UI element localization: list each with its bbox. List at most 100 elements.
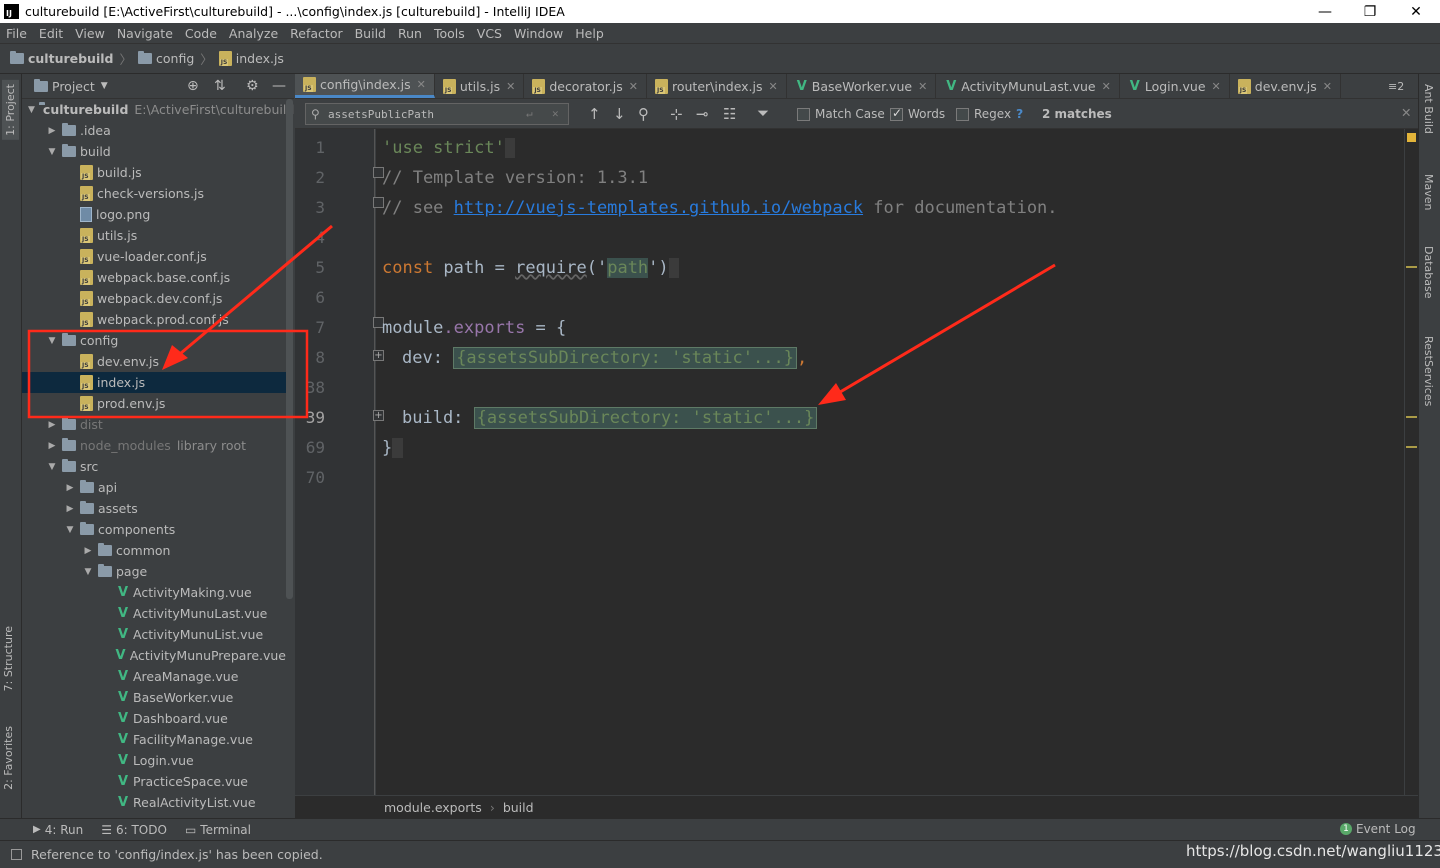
tree-item[interactable]: V RealActivityList.vue [22, 792, 286, 813]
next-occurrence-icon[interactable]: ↓ [613, 105, 626, 123]
tree-item[interactable]: V BaseWorker.vue [22, 687, 286, 708]
folded-region[interactable]: {assetsSubDirectory: 'static'...} [453, 347, 797, 369]
expanded-arrow-icon[interactable]: ▼ [46, 147, 58, 157]
breadcrumb-item[interactable]: build [503, 800, 534, 815]
tree-item[interactable]: V Login.vue [22, 750, 286, 771]
tool-run[interactable]: 4: Run [45, 823, 84, 837]
collapsed-arrow-icon[interactable]: ▶ [46, 441, 58, 451]
tree-item[interactable]: ▼ src [22, 456, 286, 477]
tree-item[interactable]: V Dashboard.vue [22, 708, 286, 729]
close-tab-icon[interactable]: ✕ [629, 80, 638, 93]
tree-item[interactable]: V FacilityManage.vue [22, 729, 286, 750]
close-find-icon[interactable]: ✕ [1401, 105, 1411, 120]
nav-file[interactable]: index.js [218, 51, 284, 66]
tree-item[interactable]: build.js [22, 162, 286, 183]
project-view-select[interactable]: Project [52, 79, 95, 94]
menu-vcs[interactable]: VCS [471, 26, 508, 41]
tree-item[interactable]: ▶ common [22, 540, 286, 561]
maximize-icon[interactable]: ❐ [1347, 0, 1393, 23]
tree-item[interactable]: ▶ dist [22, 414, 286, 435]
tree-item[interactable]: check-versions.js [22, 183, 286, 204]
scroll-from-source-icon[interactable]: ⊕ [187, 78, 199, 94]
tree-item[interactable]: V ActivityMaking.vue [22, 582, 286, 603]
tree-item[interactable]: utils.js [22, 225, 286, 246]
close-tab-icon[interactable]: ✕ [417, 78, 426, 91]
search-input[interactable]: ⚲ assetsPublicPath ↵ ✕ [305, 103, 569, 125]
collapse-all-icon[interactable]: ⇅ [214, 78, 226, 94]
tree-item[interactable]: webpack.dev.conf.js [22, 288, 286, 309]
editor-tab[interactable]: decorator.js ✕ [524, 74, 647, 98]
comment-link[interactable]: http://vuejs-templates.github.io/webpack [454, 198, 863, 218]
close-tab-icon[interactable]: ✕ [1323, 80, 1332, 93]
close-tab-icon[interactable]: ✕ [1212, 80, 1221, 93]
status-toggle-icon[interactable] [11, 849, 22, 860]
menu-run[interactable]: Run [392, 26, 428, 41]
tree-item[interactable]: webpack.prod.conf.js [22, 309, 286, 330]
close-tab-icon[interactable]: ✕ [769, 80, 778, 93]
close-tab-icon[interactable]: ✕ [918, 80, 927, 93]
tree-item[interactable]: logo.png [22, 204, 286, 225]
match-marker[interactable] [1406, 446, 1417, 448]
tab-ant-build[interactable]: Ant Build [1422, 84, 1435, 134]
tree-item[interactable]: ▶ .idea [22, 120, 286, 141]
newline-icon[interactable]: ↵ [526, 107, 533, 120]
menu-window[interactable]: Window [508, 26, 569, 41]
menu-code[interactable]: Code [179, 26, 223, 41]
menu-analyze[interactable]: Analyze [223, 26, 284, 41]
tab-restservices[interactable]: RestServices [1422, 336, 1435, 406]
tree-item[interactable]: vue-loader.conf.js [22, 246, 286, 267]
hide-panel-icon[interactable]: — [272, 78, 286, 94]
editor-tab[interactable]: router\index.js ✕ [647, 74, 787, 98]
tree-item[interactable]: ▶ api [22, 477, 286, 498]
tree-item[interactable]: V ActivityMunuList.vue [22, 624, 286, 645]
breadcrumb-item[interactable]: module.exports [384, 800, 482, 815]
close-tab-icon[interactable]: ✕ [1102, 80, 1111, 93]
collapsed-arrow-icon[interactable]: ▶ [64, 483, 76, 493]
menu-refactor[interactable]: Refactor [284, 26, 348, 41]
tree-item[interactable]: ▼ build [22, 141, 286, 162]
chevron-down-icon[interactable]: ▼ [101, 81, 108, 91]
close-icon[interactable]: ✕ [1393, 0, 1439, 23]
previous-occurrence-icon[interactable]: ↑ [588, 105, 601, 123]
match-case-checkbox[interactable]: Match Case [797, 107, 885, 121]
project-tree-scrollbar[interactable] [286, 99, 293, 599]
code-editor[interactable]: + + 'use strict' // Template version: 1.… [373, 129, 1404, 795]
menu-view[interactable]: View [69, 26, 111, 41]
expand-fold-icon[interactable]: + [373, 350, 384, 361]
filter-icon[interactable]: ⏷ [757, 104, 769, 122]
collapsed-arrow-icon[interactable]: ▶ [46, 126, 58, 136]
tree-item[interactable]: V ActivityMunuPrepare.vue [22, 645, 286, 666]
gear-icon[interactable]: ⚙ [246, 78, 259, 94]
match-marker[interactable] [1406, 416, 1417, 418]
select-all-occurrences-icon[interactable]: ☷ [723, 105, 736, 123]
tree-item[interactable]: V AreaManage.vue [22, 666, 286, 687]
warning-indicator-icon[interactable] [1407, 133, 1416, 142]
editor-tab[interactable]: config\index.js ✕ [295, 74, 435, 98]
tabs-overflow-button[interactable]: ≡2 [1388, 80, 1404, 93]
expand-fold-icon[interactable]: + [373, 410, 384, 421]
tree-item[interactable]: ▶ node_modules library root [22, 435, 286, 456]
editor-tab[interactable]: V BaseWorker.vue ✕ [787, 74, 937, 98]
tool-terminal[interactable]: Terminal [200, 823, 251, 837]
tree-item[interactable]: ▼ config [22, 330, 286, 351]
regex-checkbox[interactable]: Regex [956, 107, 1011, 121]
tab-structure-tool[interactable]: 7: Structure [2, 626, 15, 691]
add-selection-icon[interactable]: ⊹ [670, 105, 683, 123]
tree-item[interactable]: webpack.base.conf.js [22, 267, 286, 288]
collapsed-arrow-icon[interactable]: ▶ [46, 420, 58, 430]
folded-region[interactable]: {assetsSubDirectory: 'static'...} [473, 407, 818, 429]
tab-project-tool[interactable]: 1: Project [2, 80, 19, 140]
error-stripe[interactable] [1404, 129, 1418, 795]
collapsed-arrow-icon[interactable]: ▶ [82, 546, 94, 556]
menu-file[interactable]: File [0, 26, 33, 41]
clear-search-icon[interactable]: ✕ [552, 107, 559, 120]
tree-item[interactable]: prod.env.js [22, 393, 286, 414]
expanded-arrow-icon[interactable]: ▼ [46, 462, 58, 472]
tree-item[interactable]: ▼ components [22, 519, 286, 540]
tree-item[interactable]: dev.env.js [22, 351, 286, 372]
editor-tab[interactable]: dev.env.js ✕ [1230, 74, 1342, 98]
find-all-icon[interactable]: ⚲ [638, 105, 649, 123]
menu-help[interactable]: Help [569, 26, 610, 41]
collapsed-arrow-icon[interactable]: ▶ [64, 504, 76, 514]
match-marker[interactable] [1406, 266, 1417, 268]
